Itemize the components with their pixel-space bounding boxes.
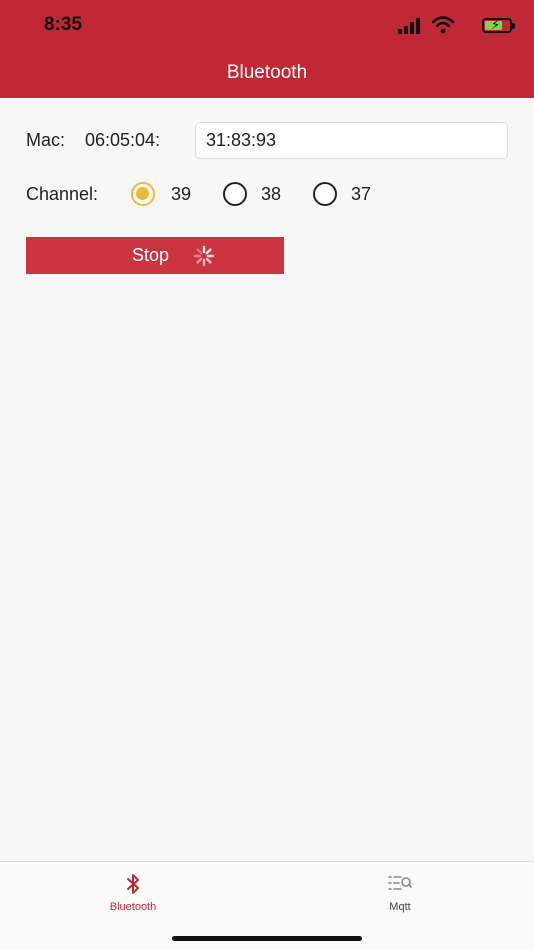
loading-spinner-icon: [193, 245, 215, 267]
stop-button[interactable]: Stop: [26, 237, 284, 274]
mac-input[interactable]: 31:83:93: [195, 122, 508, 159]
mac-prefix: 06:05:04:: [85, 130, 161, 150]
page-title: Bluetooth: [226, 62, 308, 83]
channel-37-radio[interactable]: [313, 182, 337, 206]
channel-37-label[interactable]: 37: [351, 184, 371, 205]
mac-label: Mac:: [26, 130, 66, 150]
signal-icon: [398, 18, 422, 34]
stop-button-label: Stop: [132, 245, 170, 265]
tab-bluetooth-label: Bluetooth: [109, 901, 157, 913]
mqtt-list-search-icon: [388, 876, 412, 890]
channel-38-radio[interactable]: [223, 182, 247, 206]
tab-mqtt[interactable]: Mqtt: [350, 862, 450, 922]
tab-mqtt-label: Mqtt: [389, 901, 411, 913]
channel-38-label[interactable]: 38: [261, 184, 281, 205]
app-header: 8:35 ⚡ Bluetooth: [0, 0, 534, 98]
channel-39-radio[interactable]: [131, 182, 155, 206]
channel-39-label[interactable]: 39: [171, 184, 191, 205]
tab-bluetooth[interactable]: Bluetooth: [83, 862, 183, 922]
battery-icon: ⚡: [482, 17, 515, 33]
status-time: 8:35: [44, 14, 83, 35]
home-indicator: [172, 936, 362, 941]
channel-label: Channel:: [26, 184, 99, 204]
wifi-icon: [432, 16, 454, 34]
bluetooth-icon: [127, 874, 139, 894]
